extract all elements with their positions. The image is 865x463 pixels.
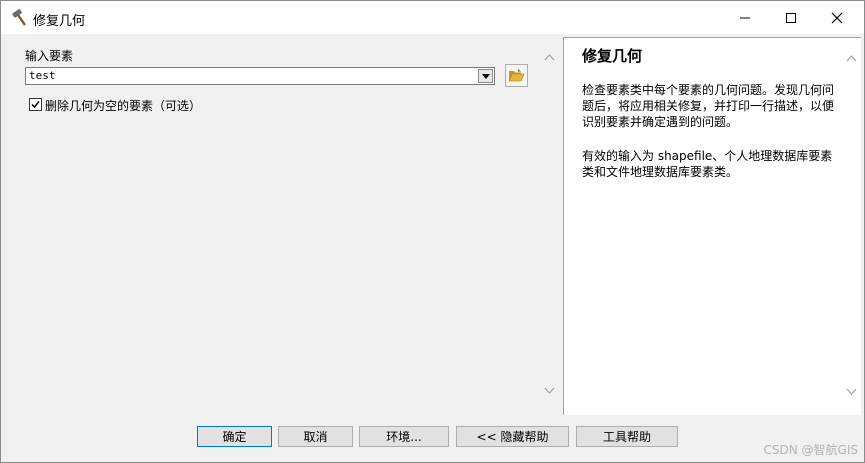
help-pane: 修复几何 检查要素类中每个要素的几何问题。发现几何问题后，将应用相关修复，并打印… [563,37,861,415]
minimize-icon [740,17,750,18]
parameters-scrollbar[interactable] [541,37,558,415]
delete-null-checkbox[interactable] [29,98,42,111]
tool-help-button[interactable]: 工具帮助 [576,426,678,447]
hide-help-button[interactable]: << 隐藏帮助 [456,426,569,447]
maximize-icon [786,12,796,23]
watermark: CSDN @智航GIS [763,443,858,457]
help-title: 修复几何 [582,47,643,65]
input-features-combobox[interactable]: test [25,67,495,85]
help-scroll-down-icon[interactable] [846,388,857,396]
close-button[interactable] [814,1,860,34]
dropdown-button[interactable] [478,69,493,83]
input-features-value: test [29,69,56,82]
chevron-down-icon [481,73,490,79]
input-features-label: 输入要素 [25,49,74,63]
scroll-up-icon[interactable] [544,53,555,61]
checkmark-icon [31,101,40,109]
window-title: 修复几何 [33,14,86,29]
help-scroll-up-icon[interactable] [846,54,857,62]
hammer-icon [11,9,29,27]
help-paragraph-2: 有效的输入为 shapefile、个人地理数据库要素类和文件地理数据库要素类。 [582,149,833,179]
open-folder-icon [508,69,525,82]
ok-button[interactable]: 确定 [197,426,272,447]
browse-button[interactable] [505,64,528,87]
minimize-button[interactable] [722,1,768,34]
maximize-button[interactable] [768,1,814,34]
delete-null-label[interactable]: 删除几何为空的要素（可选） [45,97,201,114]
tool-dialog-window: 修复几何 输入要素 test 删除几何为空的要素（可选） 修复几何 检查要素类中… [0,0,865,463]
help-paragraph-1: 检查要素类中每个要素的几何问题。发现几何问题后，将应用相关修复，并打印一行描述，… [582,83,835,129]
close-icon [831,12,843,23]
scroll-down-icon[interactable] [544,387,555,395]
cancel-button[interactable]: 取消 [278,426,353,447]
parameters-pane: 输入要素 test 删除几何为空的要素（可选） [5,37,541,415]
environments-button[interactable]: 环境... [359,426,449,447]
title-bar[interactable]: 修复几何 [1,1,864,34]
